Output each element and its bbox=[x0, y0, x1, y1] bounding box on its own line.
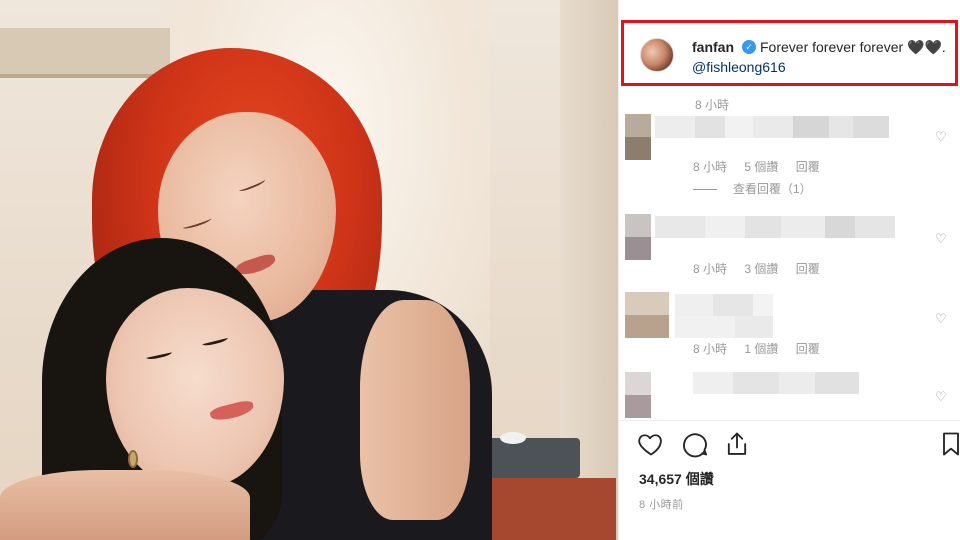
comment-item: ♡ bbox=[619, 370, 960, 420]
mention-link[interactable]: @fishleong616 bbox=[692, 59, 786, 75]
post-timestamp: 8 小時前 bbox=[639, 499, 684, 511]
comment-avatar-blurred[interactable] bbox=[625, 114, 651, 160]
photo-cabinet bbox=[486, 478, 616, 540]
photo-tray bbox=[480, 438, 580, 478]
comment-avatar-blurred[interactable] bbox=[625, 292, 669, 338]
bookmark-icon[interactable] bbox=[937, 430, 960, 458]
comment-text-blurred bbox=[693, 372, 859, 394]
reply-button[interactable]: 回覆 bbox=[796, 160, 820, 174]
photo-shelf bbox=[0, 28, 170, 74]
photo-cup bbox=[500, 432, 526, 444]
comment-text-blurred bbox=[655, 216, 895, 238]
heart-icon[interactable] bbox=[637, 430, 665, 458]
post-photo bbox=[0, 0, 618, 540]
comment-item: ♡ 8 小時 1 個讚 回覆 bbox=[619, 292, 960, 362]
comment-text-blurred bbox=[675, 294, 773, 316]
comment-likes[interactable]: 5 個讚 bbox=[744, 160, 778, 174]
likes-count[interactable]: 34,657 個讚 bbox=[639, 469, 714, 489]
username[interactable]: fanfan bbox=[692, 39, 734, 55]
heart-icon[interactable]: ♡ bbox=[935, 130, 949, 144]
comment-meta: 8 小時 5 個讚 回覆 bbox=[693, 158, 834, 175]
comment-time: 8 小時 bbox=[693, 342, 728, 356]
hugging-arm bbox=[0, 470, 250, 540]
comment-likes[interactable]: 1 個讚 bbox=[744, 342, 778, 356]
actions-divider bbox=[619, 420, 960, 421]
caption-text: Forever forever forever 🖤🖤. bbox=[760, 39, 946, 55]
photo-shelf-edge bbox=[0, 74, 170, 78]
comment-text-blurred bbox=[675, 316, 773, 338]
comment-text-blurred bbox=[655, 116, 889, 138]
avatar[interactable] bbox=[640, 38, 674, 72]
earring bbox=[128, 450, 138, 468]
heart-icon[interactable]: ♡ bbox=[935, 390, 949, 404]
comment-meta: 8 小時 1 個讚 回覆 bbox=[693, 340, 834, 357]
reply-button[interactable]: 回覆 bbox=[796, 342, 820, 356]
view-replies-button[interactable]: 查看回覆（1） bbox=[693, 180, 812, 197]
comment-avatar-blurred[interactable] bbox=[625, 214, 651, 260]
verified-badge-icon: ✓ bbox=[742, 40, 756, 54]
comment-time: 8 小時 bbox=[693, 160, 728, 174]
view-replies-label: 查看回覆（1） bbox=[733, 182, 812, 196]
heart-icon[interactable]: ♡ bbox=[935, 312, 949, 326]
reply-button[interactable]: 回覆 bbox=[796, 262, 820, 276]
comment-item: ♡ 8 小時 3 個讚 回覆 bbox=[619, 212, 960, 282]
comment-item: ♡ 8 小時 5 個讚 回覆 bbox=[619, 110, 960, 180]
comment-meta: 8 小時 3 個讚 回覆 bbox=[693, 260, 834, 277]
comment-time: 8 小時 bbox=[693, 262, 728, 276]
divider-line bbox=[693, 189, 717, 191]
caption-highlight-box: fanfan ✓ Forever forever forever 🖤🖤. @fi… bbox=[621, 20, 958, 86]
comment-icon[interactable] bbox=[681, 430, 709, 458]
comment-avatar-blurred[interactable] bbox=[625, 372, 651, 418]
arm bbox=[360, 300, 470, 520]
post-panel: fanfan ✓ Forever forever forever 🖤🖤. @fi… bbox=[618, 0, 960, 540]
share-icon[interactable] bbox=[723, 430, 751, 458]
heart-icon[interactable]: ♡ bbox=[935, 232, 949, 246]
comment-likes[interactable]: 3 個讚 bbox=[744, 262, 778, 276]
